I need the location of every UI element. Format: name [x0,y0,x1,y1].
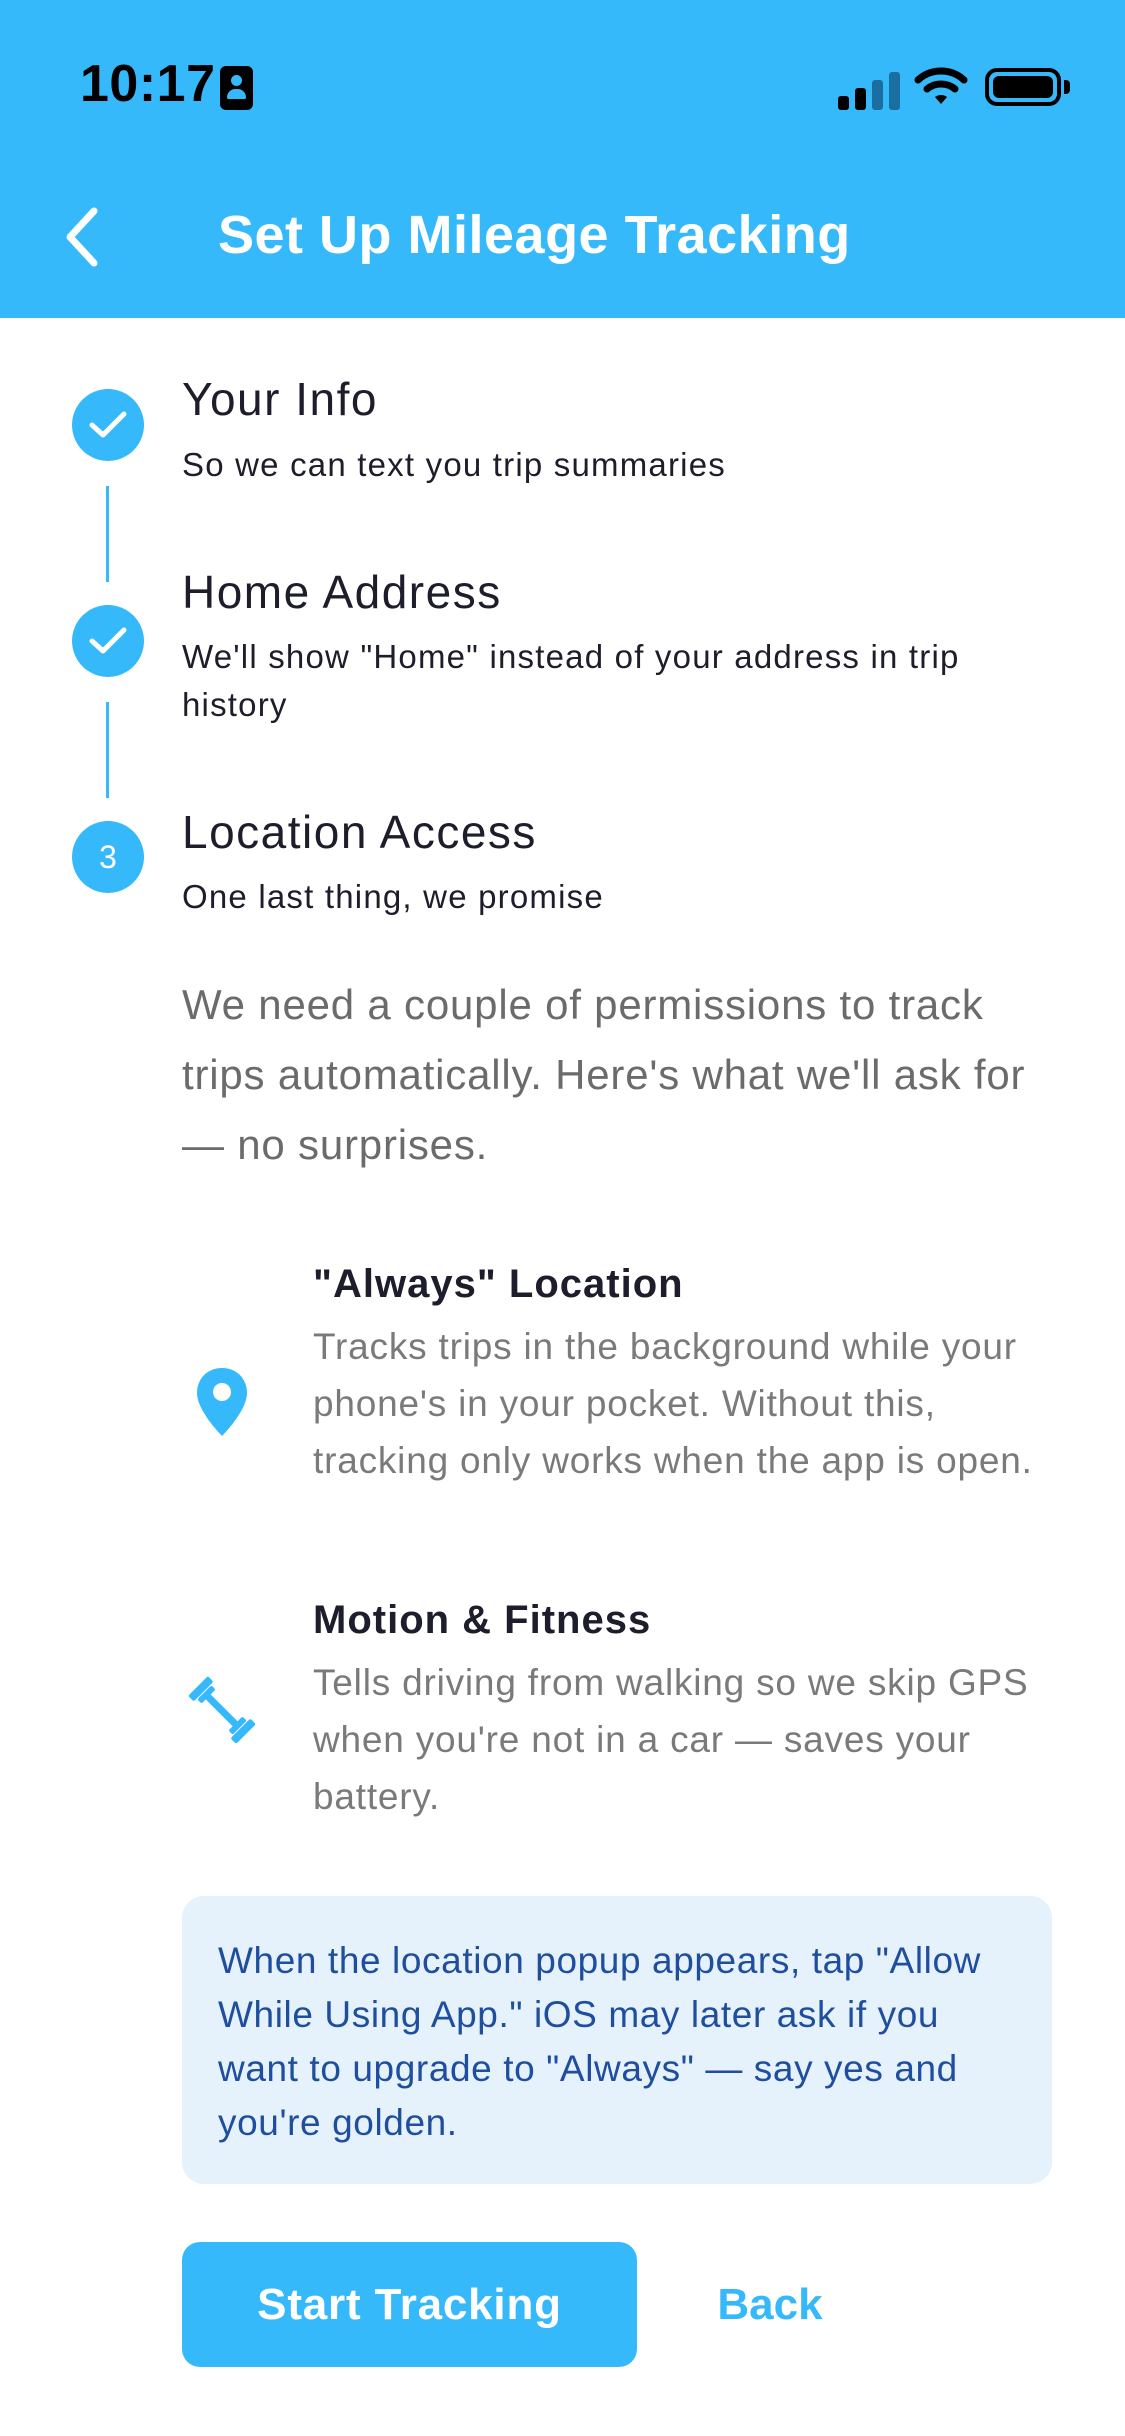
battery-icon [985,68,1061,106]
intro-text: We need a couple of permissions to track… [182,981,1026,1168]
step-2-title: Home Address [182,566,502,618]
permission-description: Tells driving from walking so we skip GP… [313,1662,1029,1817]
step-connector [106,702,109,798]
step-2-subtitle: We'll show "Home" instead of your addres… [182,638,960,723]
start-tracking-button[interactable]: Start Tracking [182,2242,637,2367]
checkmark-icon [89,411,127,438]
step-connector [106,486,109,582]
permission-title: Motion & Fitness [313,1598,652,1642]
step-1-indicator [72,389,144,461]
step-3-indicator: 3 [72,821,144,893]
step-3-subtitle: One last thing, we promise [182,878,604,915]
header-bar: 10:17 Set Up Mileage Tracking [0,0,1125,318]
permission-title: "Always" Location [313,1262,684,1306]
status-time: 10:17 [80,55,216,113]
dumbbell-icon [188,1676,256,1744]
id-badge-icon [220,66,253,110]
permission-description: Tracks trips in the background while you… [313,1326,1033,1481]
cellular-signal-icon [838,72,900,110]
chevron-left-icon[interactable] [60,205,104,269]
checkmark-icon [89,627,127,654]
back-button[interactable]: Back [700,2242,840,2367]
wifi-icon [914,67,968,104]
step-3-title: Location Access [182,806,537,858]
step-number: 3 [99,838,117,875]
page-title: Set Up Mileage Tracking [218,205,851,265]
info-note: When the location popup appears, tap "Al… [182,1896,1052,2184]
step-1-subtitle: So we can text you trip summaries [182,446,726,483]
step-2-indicator [72,605,144,677]
battery-cap [1064,80,1070,94]
step-1-title: Your Info [182,373,378,425]
location-pin-icon [197,1368,247,1436]
